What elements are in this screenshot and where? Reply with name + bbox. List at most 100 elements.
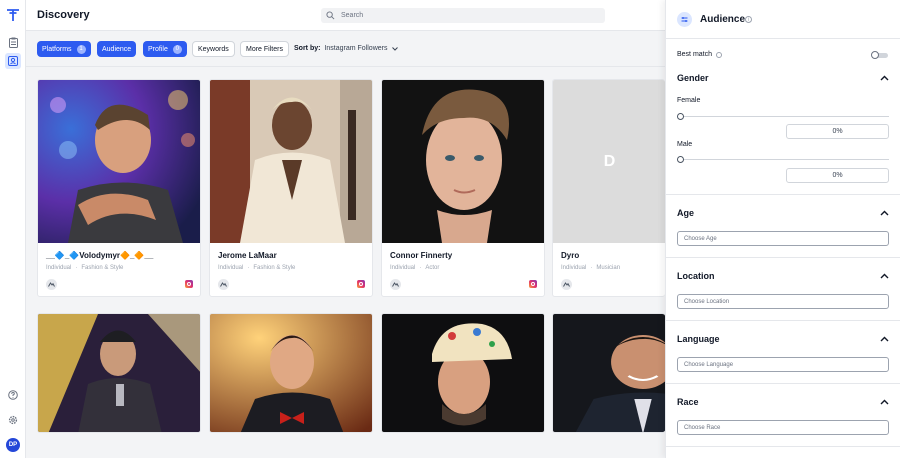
chevron-up-icon[interactable] (880, 336, 889, 342)
section-divider (666, 320, 900, 321)
platform-avatar-icon (390, 279, 401, 290)
filter-sliders-icon (677, 12, 692, 27)
creator-photo (210, 80, 372, 243)
creator-meta: Individual · Fashion & Style (218, 265, 296, 271)
nav-campaigns-button[interactable] (5, 34, 21, 50)
creator-type: Individual (46, 265, 72, 271)
best-match-row: Best match (677, 51, 723, 58)
audience-filter-panel: Audience i Best match Gender Female 0% M… (665, 0, 900, 458)
creator-card[interactable] (552, 313, 665, 433)
settings-button[interactable] (5, 412, 21, 428)
creator-name: Dyro (561, 251, 580, 260)
chevron-up-icon[interactable] (880, 75, 889, 81)
page-title: Discovery (37, 9, 90, 21)
creator-card[interactable]: Jerome LaMaar Individual · Fashion & Style (209, 79, 373, 297)
male-slider-track[interactable] (680, 159, 889, 160)
race-section-title[interactable]: Race (677, 397, 699, 407)
section-divider (666, 257, 900, 258)
creator-card[interactable]: Connor Finnerty Individual · Actor (381, 79, 545, 297)
chevron-up-icon[interactable] (880, 399, 889, 405)
panel-title: Audience (700, 14, 746, 25)
instagram-icon (357, 280, 365, 288)
age-select[interactable]: Choose Age (677, 231, 889, 246)
more-filters-chip[interactable]: More Filters (240, 41, 289, 57)
chip-label: Keywords (198, 45, 229, 53)
creator-photo (38, 80, 200, 243)
creator-category: Actor (425, 265, 440, 271)
creator-photo (382, 80, 544, 243)
sort-by-label: Sort by: (294, 45, 321, 52)
sort-by-value: Instagram Followers (324, 45, 388, 52)
panel-header: Audience i (666, 0, 900, 39)
creator-category: Fashion & Style (253, 265, 296, 271)
chevron-up-icon[interactable] (880, 210, 889, 216)
nav-discovery-button[interactable] (5, 53, 21, 69)
creator-category: Musician (596, 265, 621, 271)
chevron-up-icon[interactable] (880, 273, 889, 279)
chip-count-badge: 1 (76, 44, 86, 54)
sort-by-dropdown[interactable]: Sort by: Instagram Followers (294, 45, 399, 52)
chip-label: Platforms (42, 45, 72, 53)
creator-category: Fashion & Style (81, 265, 124, 271)
chip-count-badge: 0 (172, 44, 182, 54)
creator-photo (382, 314, 544, 432)
language-section-title[interactable]: Language (677, 334, 720, 344)
profile-filter-chip[interactable]: Profile 0 (143, 41, 187, 57)
age-section-title[interactable]: Age (677, 208, 694, 218)
section-divider (666, 383, 900, 384)
female-percent-field[interactable]: 0% (786, 124, 889, 139)
creator-card[interactable]: D Dyro Individual · Musician (552, 79, 665, 297)
chip-label: More Filters (246, 45, 283, 53)
gender-section-title[interactable]: Gender (677, 73, 709, 83)
race-select[interactable]: Choose Race (677, 420, 889, 435)
instagram-icon (185, 280, 193, 288)
creator-photo (553, 314, 665, 432)
creator-type: Individual (218, 265, 244, 271)
app-logo-icon[interactable] (6, 8, 20, 22)
creator-card[interactable]: __🔷_🔷Volodymyr🔶_🔶__ Individual · Fashion &… (37, 79, 201, 297)
creator-card[interactable] (37, 313, 201, 433)
section-divider (666, 446, 900, 447)
search-input[interactable]: Search (321, 8, 605, 23)
section-divider (666, 194, 900, 195)
left-nav-rail: DP (0, 0, 26, 458)
language-select[interactable]: Choose Language (677, 357, 889, 372)
creator-card[interactable] (381, 313, 545, 433)
male-label: Male (677, 141, 693, 148)
help-icon (8, 390, 18, 400)
platform-avatar-icon (561, 279, 572, 290)
user-avatar[interactable]: DP (6, 438, 20, 452)
search-icon (326, 11, 335, 20)
female-slider-thumb[interactable] (677, 113, 684, 120)
audience-filter-chip[interactable]: Audience (97, 41, 137, 57)
female-slider-track[interactable] (680, 116, 889, 117)
chip-label: Audience (102, 45, 132, 53)
creator-name: Jerome LaMaar (218, 251, 277, 260)
clipboard-icon (8, 37, 18, 48)
creator-photo (210, 314, 372, 432)
discovery-icon (8, 56, 18, 66)
location-select[interactable]: Choose Location (677, 294, 889, 309)
creator-meta: Individual · Fashion & Style (46, 265, 124, 271)
female-label: Female (677, 97, 701, 104)
info-icon[interactable]: i (745, 16, 752, 23)
help-button[interactable] (5, 387, 21, 403)
creator-name: __🔷_🔷Volodymyr🔶_🔶__ (46, 251, 154, 260)
instagram-icon (529, 280, 537, 288)
creator-meta: Individual · Musician (561, 265, 621, 271)
info-icon[interactable] (716, 51, 723, 58)
male-percent-field[interactable]: 0% (786, 168, 889, 183)
creator-photo (38, 314, 200, 432)
best-match-toggle[interactable] (871, 51, 888, 59)
chip-label: Profile (148, 45, 168, 53)
location-section-title[interactable]: Location (677, 271, 715, 281)
creator-photo-placeholder: D (553, 80, 665, 243)
keywords-filter-chip[interactable]: Keywords (192, 41, 235, 57)
creator-type: Individual (561, 265, 587, 271)
platforms-filter-chip[interactable]: Platforms 1 (37, 41, 91, 57)
creator-meta: Individual · Actor (390, 265, 440, 271)
best-match-label: Best match (677, 51, 713, 58)
platform-avatar-icon (218, 279, 229, 290)
creator-card[interactable] (209, 313, 373, 433)
male-slider-thumb[interactable] (677, 156, 684, 163)
